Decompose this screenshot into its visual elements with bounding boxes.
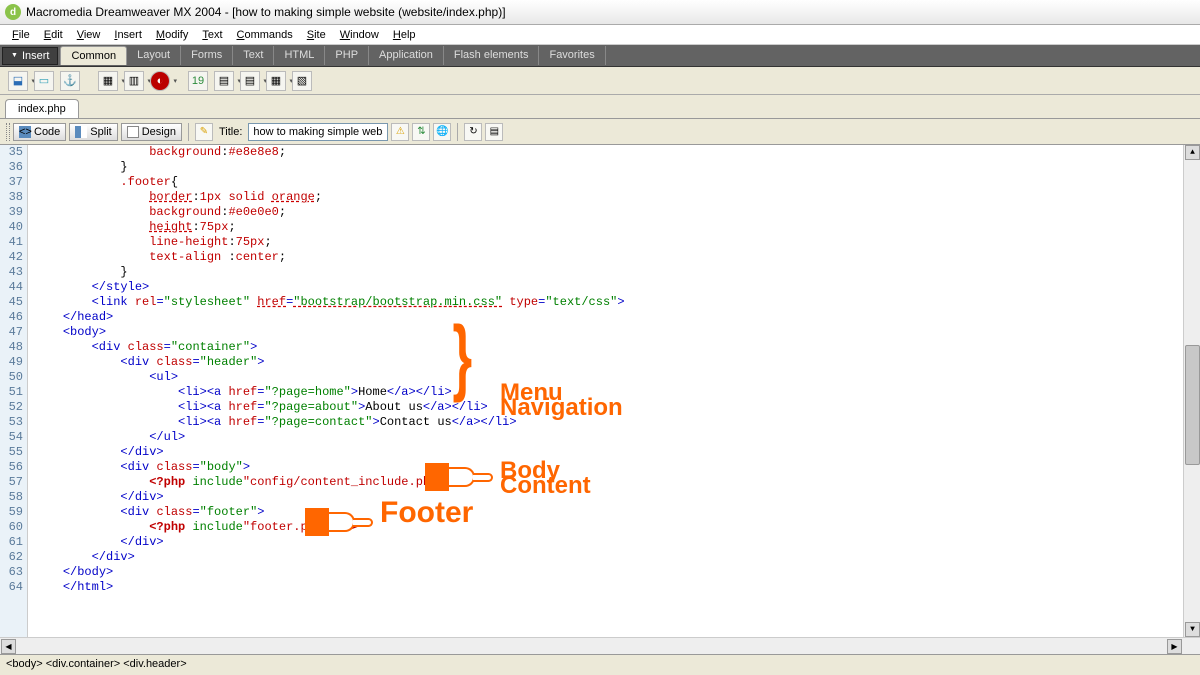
insert-toolbar: Insert CommonLayoutFormsTextHTMLPHPAppli… <box>0 45 1200 67</box>
insert-tab-forms[interactable]: Forms <box>181 46 233 65</box>
insert-tab-favorites[interactable]: Favorites <box>539 46 605 65</box>
code-editor[interactable]: 3536373839404142434445464748495051525354… <box>0 145 1200 637</box>
insert-tab-layout[interactable]: Layout <box>127 46 181 65</box>
hyperlink-icon[interactable]: ⬓▾ <box>8 71 28 91</box>
insert-tab-application[interactable]: Application <box>369 46 444 65</box>
code-content[interactable]: background:#e8e8e8; } .footer{ border:1p… <box>28 145 625 637</box>
table-icon[interactable]: ▦▾ <box>98 71 118 91</box>
menu-insert[interactable]: Insert <box>107 27 149 43</box>
email-link-icon[interactable]: ▭ <box>34 71 54 91</box>
live-data-icon[interactable]: ✎ <box>195 123 213 141</box>
menu-bar: FileEditViewInsertModifyTextCommandsSite… <box>0 25 1200 45</box>
horizontal-scrollbar[interactable]: ◀ ▶ <box>0 637 1200 654</box>
preview-browser-icon[interactable]: 🌐 <box>433 123 451 141</box>
code-view-button[interactable]: <>Code <box>13 123 66 141</box>
insert-tab-flash-elements[interactable]: Flash elements <box>444 46 540 65</box>
file-management-icon[interactable]: ⇅ <box>412 123 430 141</box>
menu-view[interactable]: View <box>70 27 108 43</box>
split-view-button[interactable]: Split <box>69 123 117 141</box>
insert-dropdown[interactable]: Insert <box>2 47 58 65</box>
date-icon[interactable]: 19 <box>188 71 208 91</box>
insert-tab-html[interactable]: HTML <box>274 46 325 65</box>
insert-tab-common[interactable]: Common <box>60 46 127 65</box>
view-options-icon[interactable]: ▤ <box>485 123 503 141</box>
refresh-icon[interactable]: ↻ <box>464 123 482 141</box>
insert-tab-php[interactable]: PHP <box>325 46 369 65</box>
menu-modify[interactable]: Modify <box>149 27 195 43</box>
comment-icon[interactable]: ▤▾ <box>240 71 260 91</box>
file-tab-index[interactable]: index.php <box>5 99 79 118</box>
app-icon: d <box>5 4 21 20</box>
templates-icon[interactable]: ▦▾ <box>266 71 286 91</box>
document-tabs: index.php <box>0 95 1200 119</box>
insert-tab-text[interactable]: Text <box>233 46 274 65</box>
server-side-include-icon[interactable]: ▤▾ <box>214 71 234 91</box>
menu-site[interactable]: Site <box>300 27 333 43</box>
flash-icon[interactable]: ◐▾ <box>150 71 170 91</box>
no-browser-check-icon[interactable]: ⚠ <box>391 123 409 141</box>
document-toolbar: <>Code Split Design ✎ Title: ⚠ ⇅ 🌐 ↻ ▤ <box>0 119 1200 145</box>
named-anchor-icon[interactable]: ⚓ <box>60 71 80 91</box>
common-icons-toolbar: ⬓▾ ▭ ⚓ ▦▾ ▥▾ ◐▾ 19 ▤▾ ▤▾ ▦▾ ▧ <box>0 67 1200 95</box>
menu-window[interactable]: Window <box>333 27 386 43</box>
vertical-scrollbar[interactable]: ▲ ▼ <box>1183 145 1200 637</box>
menu-file[interactable]: File <box>5 27 37 43</box>
title-bar: d Macromedia Dreamweaver MX 2004 - [how … <box>0 0 1200 25</box>
layer-icon[interactable]: ▥▾ <box>124 71 144 91</box>
tag-chooser-icon[interactable]: ▧ <box>292 71 312 91</box>
menu-help[interactable]: Help <box>386 27 423 43</box>
window-title: Macromedia Dreamweaver MX 2004 - [how to… <box>26 5 506 19</box>
design-view-button[interactable]: Design <box>121 123 182 141</box>
title-input[interactable] <box>248 123 388 141</box>
menu-commands[interactable]: Commands <box>230 27 300 43</box>
line-gutter: 3536373839404142434445464748495051525354… <box>0 145 28 637</box>
menu-edit[interactable]: Edit <box>37 27 70 43</box>
menu-text[interactable]: Text <box>195 27 229 43</box>
title-label: Title: <box>216 126 245 138</box>
status-bar[interactable]: <body> <div.container> <div.header> <box>0 654 1200 672</box>
